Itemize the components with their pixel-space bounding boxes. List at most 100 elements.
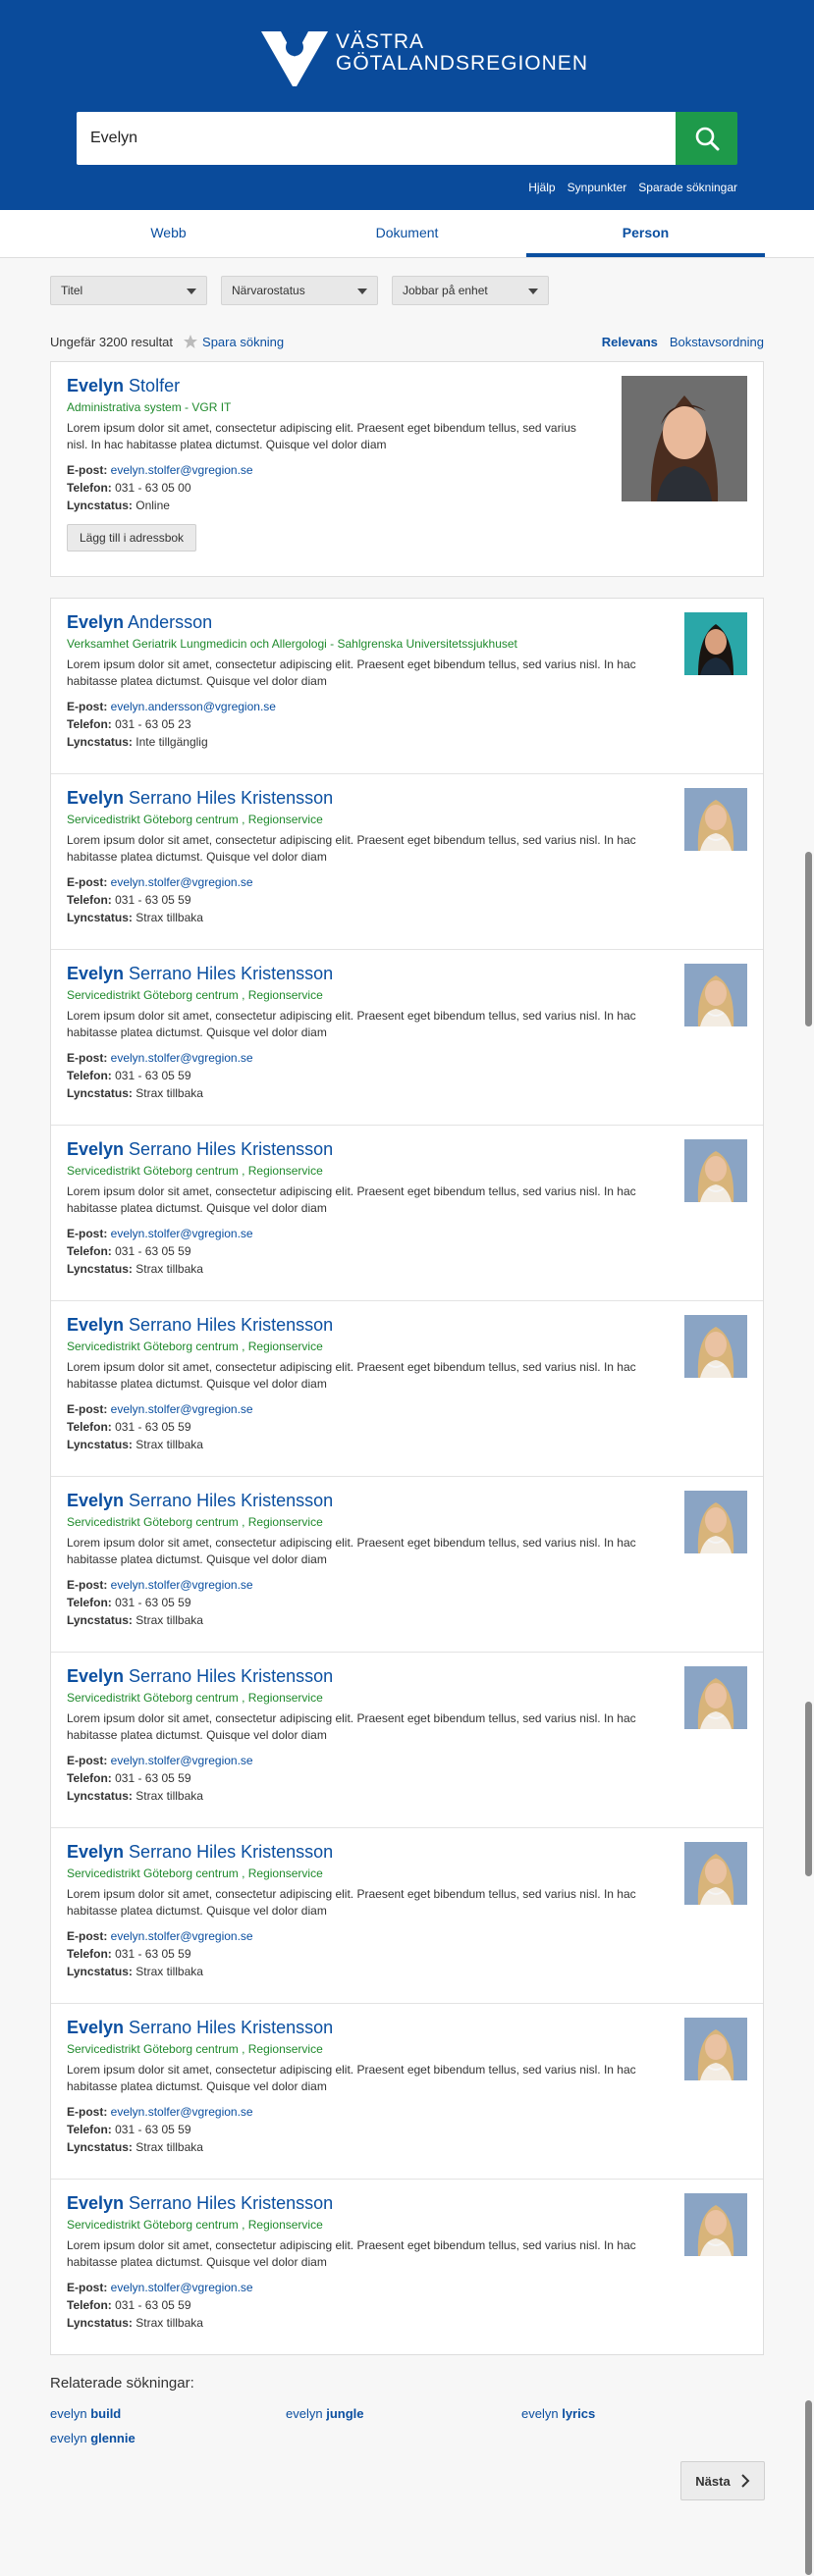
- sort-options: Relevans Bokstavsordning: [602, 335, 764, 349]
- feedback-link[interactable]: Synpunkter: [568, 181, 627, 194]
- person-name[interactable]: Evelyn Serrano Hiles Kristensson: [67, 2018, 749, 2038]
- lync-line: Lyncstatus: Strax tillbaka: [67, 1086, 749, 1100]
- add-to-addressbook-button[interactable]: Lägg till i adressbok: [67, 524, 197, 552]
- person-name[interactable]: Evelyn Andersson: [67, 612, 749, 633]
- email-line: E-post: evelyn.stolfer@vgregion.se: [67, 1929, 749, 1943]
- person-name[interactable]: Evelyn Serrano Hiles Kristensson: [67, 1842, 749, 1863]
- person-name[interactable]: Evelyn Serrano Hiles Kristensson: [67, 1491, 749, 1511]
- email-link[interactable]: evelyn.stolfer@vgregion.se: [111, 1754, 253, 1767]
- phone-line: Telefon: 031 - 63 05 59: [67, 1420, 749, 1434]
- scrollbar-thumb[interactable]: [805, 1702, 812, 1876]
- lync-value: Strax tillbaka: [136, 911, 203, 924]
- related-search-link[interactable]: evelyn jungle: [286, 2406, 521, 2421]
- person-description: Lorem ipsum dolor sit amet, consectetur …: [67, 657, 636, 688]
- lync-line: Lyncstatus: Strax tillbaka: [67, 1965, 749, 1978]
- lync-line: Lyncstatus: Strax tillbaka: [67, 2140, 749, 2154]
- filter-narvarostatus-dropdown[interactable]: Närvarostatus: [221, 276, 378, 305]
- lync-value: Online: [136, 499, 170, 512]
- tab-webb[interactable]: Webb: [49, 210, 288, 257]
- person-name[interactable]: Evelyn Serrano Hiles Kristensson: [67, 964, 749, 984]
- saved-searches-link[interactable]: Sparade sökningar: [638, 181, 737, 194]
- person-name[interactable]: Evelyn Serrano Hiles Kristensson: [67, 2193, 749, 2214]
- avatar: [684, 788, 747, 856]
- phone-value: 031 - 63 05 59: [115, 2123, 191, 2136]
- email-link[interactable]: evelyn.andersson@vgregion.se: [111, 700, 276, 713]
- lync-label: Lyncstatus:: [67, 911, 133, 924]
- phone-label: Telefon:: [67, 893, 112, 907]
- search-tabs: Webb Dokument Person: [0, 210, 814, 258]
- name-first: Evelyn: [67, 788, 125, 808]
- email-label: E-post:: [67, 1754, 108, 1767]
- person-org: Servicedistrikt Göteborg centrum , Regio…: [67, 2042, 323, 2056]
- person-name[interactable]: Evelyn Serrano Hiles Kristensson: [67, 788, 749, 809]
- phone-value: 031 - 63 05 59: [115, 1244, 191, 1258]
- name-last: Stolfer: [124, 376, 181, 395]
- email-line: E-post: evelyn.stolfer@vgregion.se: [67, 2105, 749, 2119]
- email-link[interactable]: evelyn.stolfer@vgregion.se: [111, 875, 253, 889]
- search-bar: [77, 112, 737, 165]
- name-last: Andersson: [124, 612, 213, 632]
- lync-value: Strax tillbaka: [136, 1262, 203, 1276]
- lync-value: Strax tillbaka: [136, 1789, 203, 1803]
- result-bar: Ungefär 3200 resultat Spara sökning Rele…: [50, 334, 764, 349]
- phone-value: 031 - 63 05 59: [115, 1420, 191, 1434]
- person-org: Servicedistrikt Göteborg centrum , Regio…: [67, 2218, 323, 2232]
- scrollbar-thumb[interactable]: [805, 852, 812, 1026]
- phone-label: Telefon:: [67, 1420, 112, 1434]
- phone-value: 031 - 63 05 59: [115, 1596, 191, 1609]
- name-last: Serrano Hiles Kristensson: [124, 1139, 334, 1159]
- person-name[interactable]: Evelyn Serrano Hiles Kristensson: [67, 1315, 749, 1336]
- phone-line: Telefon: 031 - 63 05 59: [67, 1069, 749, 1082]
- related-searches-title: Relaterade sökningar:: [50, 2375, 194, 2392]
- email-link[interactable]: evelyn.stolfer@vgregion.se: [111, 1578, 253, 1592]
- help-link[interactable]: Hjälp: [528, 181, 555, 194]
- related-searches: evelyn build evelyn jungle evelyn lyrics…: [50, 2406, 757, 2445]
- next-page-button[interactable]: Nästa: [680, 2461, 765, 2500]
- email-link[interactable]: evelyn.stolfer@vgregion.se: [111, 463, 253, 477]
- name-last: Serrano Hiles Kristensson: [124, 1315, 334, 1335]
- tab-person[interactable]: Person: [526, 210, 765, 257]
- scrollbar-thumb[interactable]: [805, 2400, 812, 2575]
- email-link[interactable]: evelyn.stolfer@vgregion.se: [111, 2281, 253, 2294]
- email-link[interactable]: evelyn.stolfer@vgregion.se: [111, 1051, 253, 1065]
- email-line: E-post: evelyn.andersson@vgregion.se: [67, 700, 749, 713]
- next-label: Nästa: [695, 2473, 731, 2489]
- related-search-link[interactable]: evelyn glennie: [50, 2431, 286, 2445]
- person-description: Lorem ipsum dolor sit amet, consectetur …: [67, 1887, 636, 1918]
- filter-titel-dropdown[interactable]: Titel: [50, 276, 207, 305]
- save-search-button[interactable]: Spara sökning: [183, 334, 284, 349]
- featured-person-card: Evelyn Stolfer Administrativa system - V…: [50, 361, 764, 577]
- email-link[interactable]: evelyn.stolfer@vgregion.se: [111, 1402, 253, 1416]
- lync-value: Inte tillgänglig: [136, 735, 208, 749]
- search-button[interactable]: [676, 112, 737, 165]
- person-name[interactable]: Evelyn Serrano Hiles Kristensson: [67, 1139, 749, 1160]
- lync-line: Lyncstatus: Strax tillbaka: [67, 1438, 749, 1451]
- phone-label: Telefon:: [67, 1771, 112, 1785]
- lync-line: Lyncstatus: Strax tillbaka: [67, 1262, 749, 1276]
- lync-value: Strax tillbaka: [136, 2316, 203, 2330]
- sort-relevance-link[interactable]: Relevans: [602, 335, 658, 349]
- vgr-logo[interactable]: VÄSTRA GÖTALANDSREGIONEN: [259, 27, 588, 88]
- sort-alpha-link[interactable]: Bokstavsordning: [670, 335, 764, 349]
- person-org: Verksamhet Geriatrik Lungmedicin och All…: [67, 637, 517, 651]
- email-line: E-post: evelyn.stolfer@vgregion.se: [67, 2281, 749, 2294]
- email-link[interactable]: evelyn.stolfer@vgregion.se: [111, 2105, 253, 2119]
- related-search-link[interactable]: evelyn build: [50, 2406, 286, 2421]
- related-search-link[interactable]: evelyn lyrics: [521, 2406, 757, 2421]
- chevron-down-icon: [357, 289, 367, 294]
- lync-label: Lyncstatus:: [67, 1789, 133, 1803]
- email-link[interactable]: evelyn.stolfer@vgregion.se: [111, 1227, 253, 1240]
- tab-dokument[interactable]: Dokument: [288, 210, 526, 257]
- email-link[interactable]: evelyn.stolfer@vgregion.se: [111, 1929, 253, 1943]
- filter-enhet-dropdown[interactable]: Jobbar på enhet: [392, 276, 549, 305]
- person-org: Servicedistrikt Göteborg centrum , Regio…: [67, 1164, 323, 1178]
- phone-label: Telefon:: [67, 1244, 112, 1258]
- person-name[interactable]: Evelyn Serrano Hiles Kristensson: [67, 1666, 749, 1687]
- phone-value: 031 - 63 05 59: [115, 893, 191, 907]
- person-description: Lorem ipsum dolor sit amet, consectetur …: [67, 2063, 636, 2093]
- person-row: Evelyn Serrano Hiles Kristensson Serviced…: [51, 2179, 763, 2354]
- email-label: E-post:: [67, 700, 108, 713]
- phone-line: Telefon: 031 - 63 05 59: [67, 893, 749, 907]
- search-input[interactable]: [77, 112, 676, 165]
- lync-line: Lyncstatus: Strax tillbaka: [67, 911, 749, 924]
